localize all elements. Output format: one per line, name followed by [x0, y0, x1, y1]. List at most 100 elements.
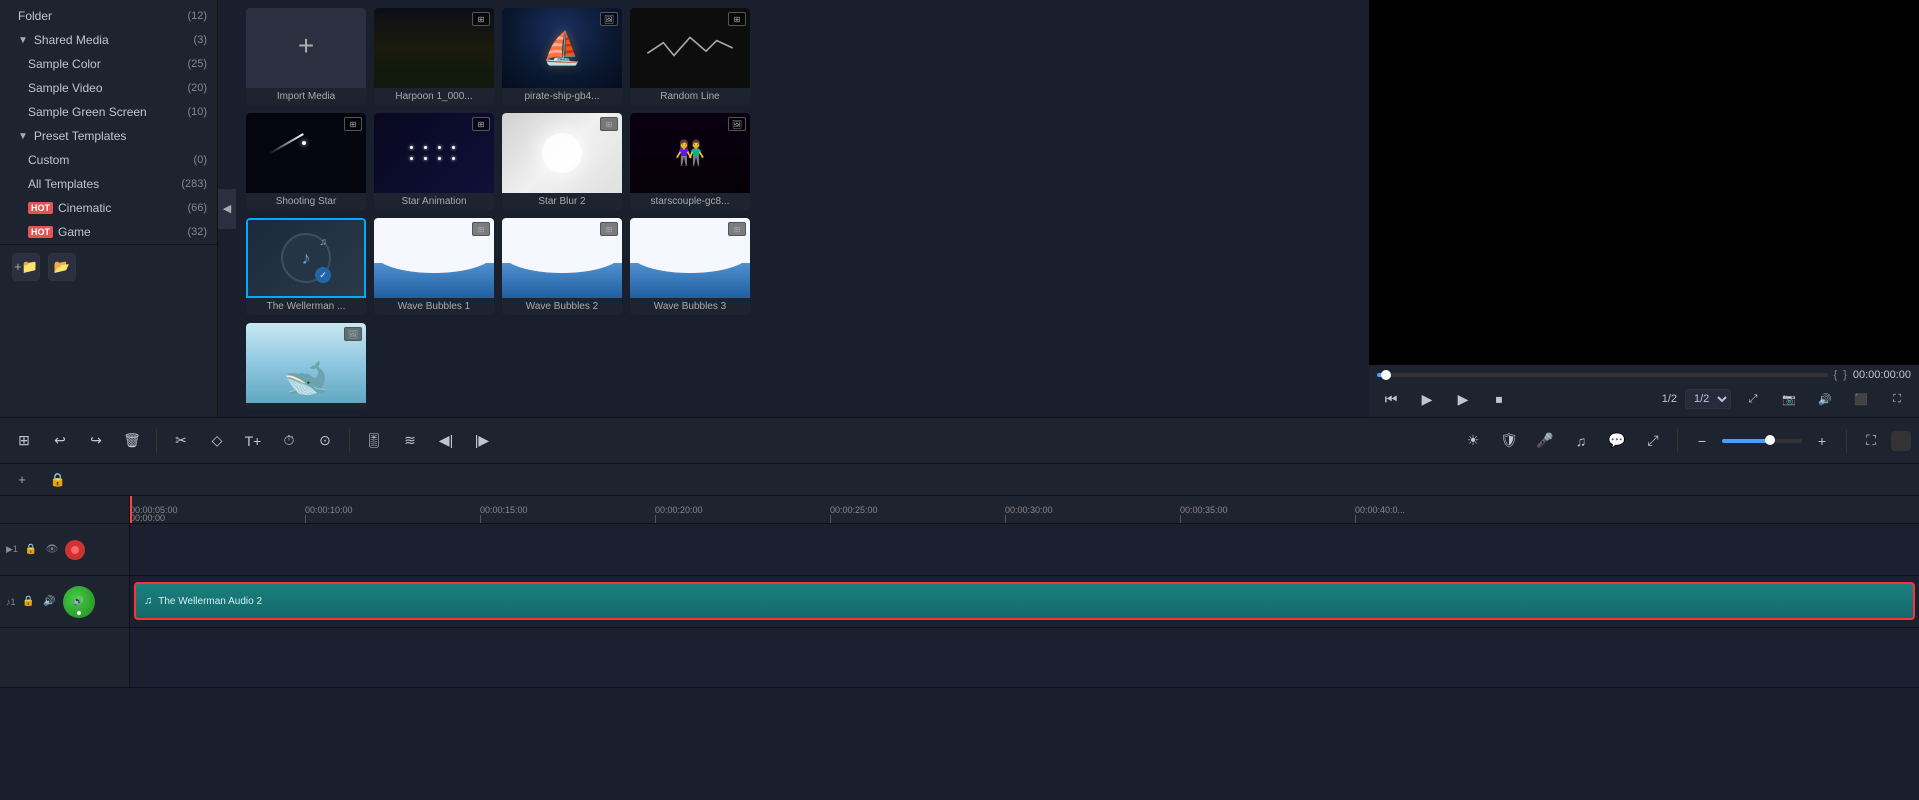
media-label-wavebubbles2: Wave Bubbles 2	[502, 298, 622, 315]
toolbar-divider-4	[1846, 429, 1847, 453]
lock-button[interactable]: 🔒	[44, 466, 72, 494]
brightness-button[interactable]: ☀	[1457, 425, 1489, 457]
fullscreen-button[interactable]: ⛶	[1883, 385, 1911, 413]
step-back-button[interactable]: ⏮	[1377, 385, 1405, 413]
audio-adjust-button[interactable]: 🎚	[358, 425, 390, 457]
sidebar-item-game[interactable]: HOT Game (32)	[0, 220, 217, 244]
chevron-down-icon-2: ▼	[18, 131, 28, 142]
screenshot-button[interactable]: 📷	[1775, 385, 1803, 413]
apps-grid-button[interactable]: ⊞	[8, 425, 40, 457]
check-badge: ✓	[315, 267, 331, 283]
track-mute-button-audio[interactable]: 🔊	[41, 593, 59, 611]
video-icon-6: ⊞	[472, 222, 490, 236]
bracket-left[interactable]: {	[1834, 369, 1838, 381]
wellerman-circle: ♪ ✓ ♫	[281, 233, 331, 283]
shield-button[interactable]: 🛡	[1493, 425, 1525, 457]
media-item-staranimation[interactable]: ⊞ Star Animation	[374, 113, 494, 210]
scroll-left-arrow[interactable]: ◀	[218, 189, 236, 229]
media-item-wellerman[interactable]: ♪ ✓ ♫ The Wellerman ...	[246, 218, 366, 315]
music-button[interactable]: ♫	[1565, 425, 1597, 457]
star-trail	[268, 133, 304, 155]
volume-circle[interactable]: 🔊	[63, 586, 95, 618]
shootingstar-thumb: ⊞	[246, 113, 366, 193]
media-item-whale[interactable]: 🐋 🖼	[246, 323, 366, 409]
media-item-shootingstar[interactable]: ⊞ Shooting Star	[246, 113, 366, 210]
random-line-svg	[642, 32, 738, 64]
add-folder-button[interactable]: +📁	[12, 253, 40, 281]
pip-button[interactable]: ⬛	[1847, 385, 1875, 413]
undo-button[interactable]: ↩	[44, 425, 76, 457]
sidebar-item-shared-media[interactable]: ▼ Shared Media (3)	[0, 28, 217, 52]
sidebar-item-cinematic[interactable]: HOT Cinematic (66)	[0, 196, 217, 220]
pirateship-thumb: ⛵ 🖼	[502, 8, 622, 88]
fullscreen-toggle-button[interactable]: ⛶	[1855, 425, 1887, 457]
media-item-wavebubbles3[interactable]: ⊞ Wave Bubbles 3	[630, 218, 750, 315]
open-folder-button[interactable]: 📂	[48, 253, 76, 281]
cut-button[interactable]: ✂	[165, 425, 197, 457]
media-item-wavebubbles2[interactable]: ⊞ Wave Bubbles 2	[502, 218, 622, 315]
filter-right-button[interactable]: |▶	[466, 425, 498, 457]
volume-button[interactable]: 🔊	[1811, 385, 1839, 413]
wellerman-thumb-inner: ♪ ✓ ♫	[248, 220, 364, 296]
media-item-randomline[interactable]: ⊞ Random Line	[630, 8, 750, 105]
stop-button[interactable]: ⏹	[1485, 385, 1513, 413]
timer-button[interactable]: ⏱	[273, 425, 305, 457]
delete-button[interactable]: 🗑	[116, 425, 148, 457]
clock-button[interactable]: ⊙	[309, 425, 341, 457]
sidebar-item-sample-video[interactable]: Sample Video (20)	[0, 76, 217, 100]
draw-button[interactable]: ◇	[201, 425, 233, 457]
audio-clip-wellerman[interactable]: ♫ The Wellerman Audio 2	[134, 582, 1915, 620]
subtitle-button[interactable]: 💬	[1601, 425, 1633, 457]
mic-button[interactable]: 🎤	[1529, 425, 1561, 457]
track-content-video[interactable]	[130, 524, 1919, 575]
zoom-in-button[interactable]: +	[1806, 425, 1838, 457]
timeline-tracks: ▶1 🔒 👁 ♪1 🔒 🔊	[0, 524, 1919, 800]
player-progress-bar[interactable]	[1377, 373, 1828, 377]
sidebar-item-all-templates[interactable]: All Templates (283)	[0, 172, 217, 196]
ruler-label-1: 00:00:05:00	[130, 505, 178, 515]
waveform-button[interactable]: ≋	[394, 425, 426, 457]
media-item-pirateship[interactable]: ⛵ 🖼 pirate-ship-gb4...	[502, 8, 622, 105]
media-item-starblur2[interactable]: ⊞ Star Blur 2	[502, 113, 622, 210]
media-item-wavebubbles1[interactable]: ⊞ Wave Bubbles 1	[374, 218, 494, 315]
sidebar-item-folder[interactable]: Folder (12)	[0, 4, 217, 28]
zoom-slider-wrapper	[1722, 439, 1802, 443]
ratio-select[interactable]: 1/2 1/1	[1685, 389, 1731, 409]
media-label-import: Import Media	[246, 88, 366, 105]
play-pause-button[interactable]: ▶	[1413, 385, 1441, 413]
fit-screen-button[interactable]: ⤢	[1739, 385, 1767, 413]
sidebar-item-sample-green-screen[interactable]: Sample Green Screen (10)	[0, 100, 217, 124]
track-lock-button-audio[interactable]: 🔒	[20, 593, 38, 611]
track-content-audio[interactable]: ♫ The Wellerman Audio 2	[130, 576, 1919, 627]
randomline-thumb: ⊞	[630, 8, 750, 88]
transform-button[interactable]: ⤢	[1637, 425, 1669, 457]
video-icon-5: ⊞	[600, 117, 618, 131]
volume-dot	[77, 611, 81, 615]
text-button[interactable]: T+	[237, 425, 269, 457]
redo-button[interactable]: ↪	[80, 425, 112, 457]
sidebar-item-sample-color[interactable]: Sample Color (25)	[0, 52, 217, 76]
ruler-label-5: 00:00:25:00	[830, 505, 878, 515]
ruler-label-2: 00:00:10:00	[305, 505, 353, 515]
track-hide-button-video[interactable]: 👁	[43, 541, 61, 559]
media-item-import[interactable]: + Import Media	[246, 8, 366, 105]
bracket-right[interactable]: }	[1843, 369, 1847, 381]
timeline-ruler: 00:00:00 00:00:05:00 00:00:10:00 00:00:1…	[0, 496, 1919, 524]
media-item-harpoon[interactable]: ⊞ Harpoon 1_000...	[374, 8, 494, 105]
wavebubbles3-thumb: ⊞	[630, 218, 750, 298]
sidebar-item-preset-templates[interactable]: ▼ Preset Templates	[0, 124, 217, 148]
media-label-harpoon: Harpoon 1_000...	[374, 88, 494, 105]
zoom-out-button[interactable]: −	[1686, 425, 1718, 457]
volume-icon: 🔊	[73, 596, 84, 607]
media-item-starscouple[interactable]: 👫 🖼 starscouple-gc8...	[630, 113, 750, 210]
zoom-slider[interactable]	[1722, 439, 1802, 443]
ruler-label-6: 00:00:30:00	[1005, 505, 1053, 515]
filter-left-button[interactable]: ◀|	[430, 425, 462, 457]
play-forward-button[interactable]: ▶	[1449, 385, 1477, 413]
video-canvas	[1369, 0, 1919, 365]
track-lock-button-video[interactable]: 🔒	[22, 541, 40, 559]
starscouple-thumb: 👫 🖼	[630, 113, 750, 193]
image-icon-3: 🖼	[344, 327, 362, 341]
add-track-button[interactable]: +	[8, 466, 36, 494]
sidebar-item-custom[interactable]: Custom (0)	[0, 148, 217, 172]
